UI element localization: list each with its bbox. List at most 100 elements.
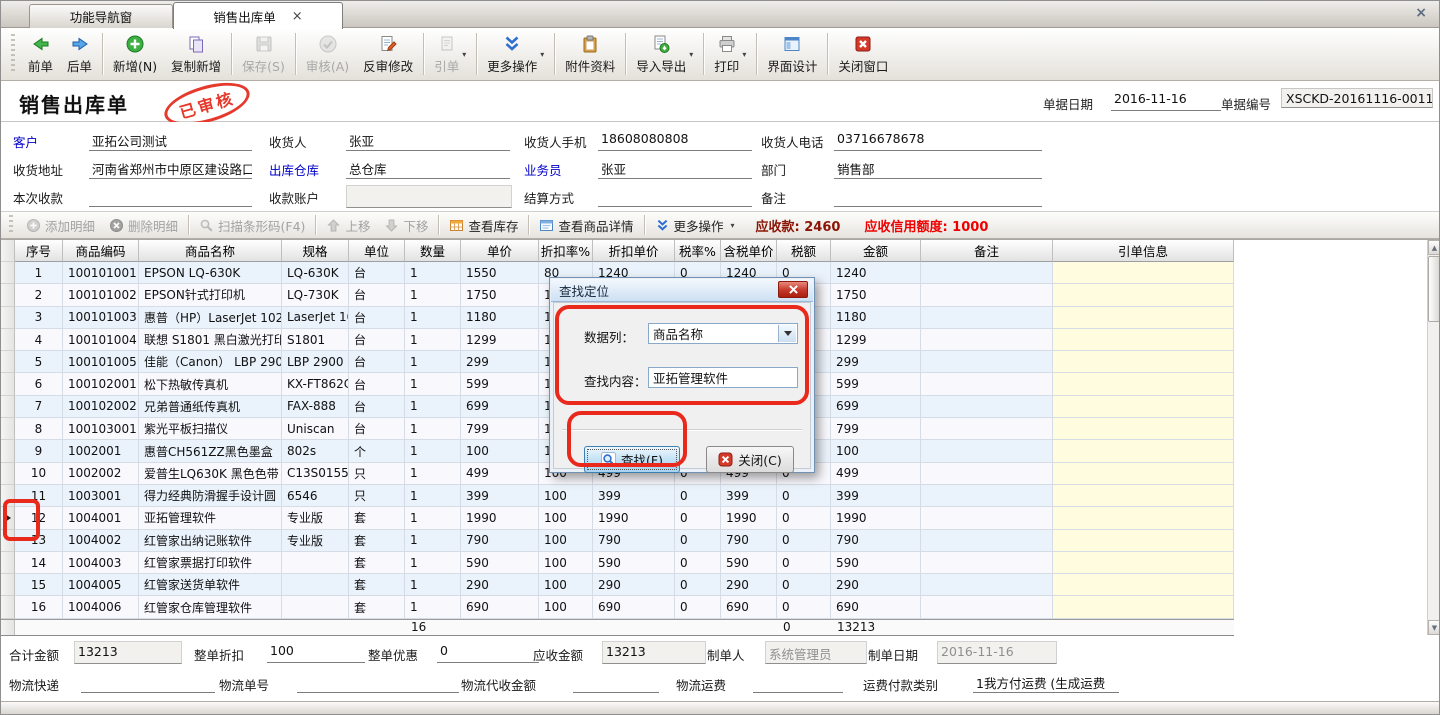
- table-cell[interactable]: [1053, 351, 1234, 373]
- total-amount-field[interactable]: 13213: [74, 641, 182, 664]
- table-cell[interactable]: 14: [15, 552, 63, 574]
- find-content-input[interactable]: 亚拓管理软件: [648, 367, 798, 388]
- table-cell[interactable]: 1299: [461, 329, 539, 351]
- view-stock-button[interactable]: 查看库存: [442, 213, 525, 237]
- table-cell[interactable]: 得力经典防滑握手设计圆: [139, 485, 282, 507]
- table-cell[interactable]: 1: [15, 262, 63, 284]
- logistics-freight-field[interactable]: [753, 671, 843, 693]
- table-cell[interactable]: [921, 262, 1053, 284]
- table-cell[interactable]: 299: [461, 351, 539, 373]
- row-indicator-cell[interactable]: [1, 418, 15, 440]
- table-cell[interactable]: 1002002: [63, 463, 139, 485]
- window-close-icon[interactable]: ×: [1415, 5, 1427, 21]
- table-cell[interactable]: 399: [831, 485, 921, 507]
- row-indicator-cell[interactable]: [1, 530, 15, 552]
- table-cell[interactable]: 台: [349, 284, 405, 306]
- print-button[interactable]: 打印▾: [707, 30, 753, 78]
- close-window-button[interactable]: 关闭窗口: [831, 30, 895, 78]
- more-actions-button[interactable]: 更多操作▾: [648, 213, 742, 237]
- table-cell[interactable]: 紫光平板扫描仪: [139, 418, 282, 440]
- add-detail-button[interactable]: 添加明细: [19, 213, 102, 237]
- table-cell[interactable]: [1053, 262, 1234, 284]
- pull-doc-button[interactable]: 引单▾: [427, 30, 473, 78]
- table-cell[interactable]: [1053, 440, 1234, 462]
- table-cell[interactable]: 790: [831, 530, 921, 552]
- table-cell[interactable]: 399: [461, 485, 539, 507]
- table-cell[interactable]: 802s: [282, 440, 349, 462]
- prev-doc-button[interactable]: 前单: [21, 30, 60, 78]
- chevron-down-icon[interactable]: ▾: [689, 50, 693, 59]
- import-export-button[interactable]: 导入导出▾: [629, 30, 700, 78]
- column-header[interactable]: 折扣单价: [593, 240, 675, 262]
- table-cell[interactable]: C13S015583: [282, 463, 349, 485]
- table-cell[interactable]: 290: [461, 574, 539, 596]
- table-cell[interactable]: [921, 418, 1053, 440]
- column-header[interactable]: 金额: [831, 240, 921, 262]
- row-indicator-cell[interactable]: [1, 574, 15, 596]
- table-cell[interactable]: 790: [593, 530, 675, 552]
- table-cell[interactable]: [1053, 307, 1234, 329]
- table-cell[interactable]: 0: [675, 530, 721, 552]
- table-cell[interactable]: 590: [831, 552, 921, 574]
- table-cell[interactable]: 1: [405, 351, 461, 373]
- table-cell[interactable]: 红管家出纳记账软件: [139, 530, 282, 552]
- column-header[interactable]: 商品编码: [63, 240, 139, 262]
- chevron-down-icon[interactable]: ▾: [462, 50, 466, 59]
- audit-button[interactable]: 审核(A): [299, 30, 356, 78]
- table-cell[interactable]: 100: [831, 440, 921, 462]
- row-indicator-cell[interactable]: [1, 507, 15, 529]
- doc-date-input[interactable]: 2016-11-16: [1111, 89, 1221, 111]
- current-receipt-field[interactable]: [89, 185, 252, 207]
- table-cell[interactable]: LBP 2900: [282, 351, 349, 373]
- table-cell[interactable]: 1750: [831, 284, 921, 306]
- more-actions-button[interactable]: 更多操作▾: [480, 30, 551, 78]
- ui-design-button[interactable]: 界面设计: [760, 30, 824, 78]
- scroll-up-icon[interactable]: ▲: [1428, 240, 1440, 255]
- row-indicator-cell[interactable]: [1, 329, 15, 351]
- consignee-phone-field[interactable]: 03716678678: [834, 129, 1042, 151]
- table-cell[interactable]: 0: [777, 574, 831, 596]
- table-cell[interactable]: 100: [461, 440, 539, 462]
- table-cell[interactable]: 台: [349, 329, 405, 351]
- table-cell[interactable]: [1053, 463, 1234, 485]
- table-cell[interactable]: 台: [349, 307, 405, 329]
- table-cell[interactable]: 290: [831, 574, 921, 596]
- table-cell[interactable]: 16: [15, 596, 63, 618]
- table-cell[interactable]: 6546: [282, 485, 349, 507]
- table-cell[interactable]: 1180: [461, 307, 539, 329]
- add-new-button[interactable]: 新增(N): [106, 30, 164, 78]
- table-cell[interactable]: [921, 329, 1053, 351]
- table-cell[interactable]: 599: [461, 373, 539, 395]
- table-cell[interactable]: EPSON针式打印机: [139, 284, 282, 306]
- table-cell[interactable]: 290: [721, 574, 777, 596]
- table-cell[interactable]: 兄弟普通纸传真机: [139, 396, 282, 418]
- salesman-field[interactable]: 张亚: [598, 157, 752, 179]
- table-cell[interactable]: [921, 574, 1053, 596]
- table-cell[interactable]: 15: [15, 574, 63, 596]
- table-cell[interactable]: 红管家仓库管理软件: [139, 596, 282, 618]
- table-cell[interactable]: 699: [461, 396, 539, 418]
- column-header[interactable]: 税额: [777, 240, 831, 262]
- scrollbar-thumb[interactable]: [1428, 256, 1440, 322]
- table-cell[interactable]: [282, 574, 349, 596]
- table-cell[interactable]: 1002001: [63, 440, 139, 462]
- table-cell[interactable]: 0: [777, 552, 831, 574]
- table-cell[interactable]: [921, 596, 1053, 618]
- table-cell[interactable]: 100: [539, 596, 593, 618]
- table-cell[interactable]: [921, 485, 1053, 507]
- table-cell[interactable]: 499: [461, 463, 539, 485]
- table-cell[interactable]: [282, 596, 349, 618]
- table-cell[interactable]: 套: [349, 530, 405, 552]
- table-cell[interactable]: 台: [349, 373, 405, 395]
- table-cell[interactable]: 台: [349, 396, 405, 418]
- table-cell[interactable]: 1: [405, 485, 461, 507]
- table-cell[interactable]: 1004003: [63, 552, 139, 574]
- table-cell[interactable]: 100: [539, 485, 593, 507]
- table-cell[interactable]: 套: [349, 574, 405, 596]
- row-indicator-cell[interactable]: [1, 463, 15, 485]
- table-cell[interactable]: 0: [675, 596, 721, 618]
- department-field[interactable]: 销售部: [834, 157, 1042, 179]
- freight-pay-type-field[interactable]: 1我方付运费 (生成运费: [973, 671, 1119, 693]
- table-cell[interactable]: 790: [461, 530, 539, 552]
- table-cell[interactable]: 790: [721, 530, 777, 552]
